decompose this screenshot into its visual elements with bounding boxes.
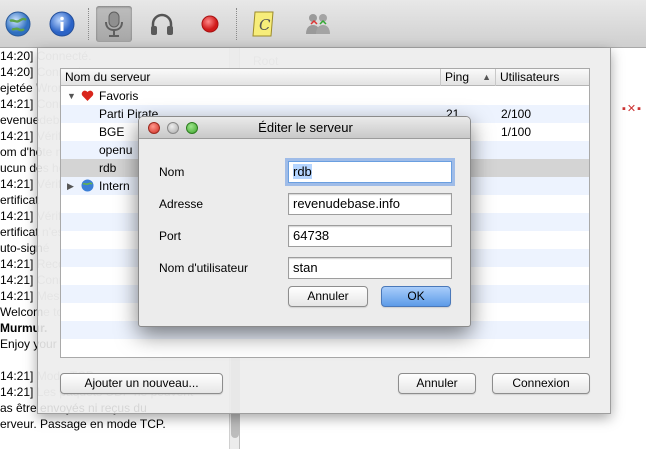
column-server-name[interactable]: Nom du serveur bbox=[61, 69, 441, 86]
log-prefix: ertificat bbox=[0, 225, 39, 239]
sort-arrow-icon: ▲ bbox=[482, 72, 491, 82]
svg-text:C: C bbox=[259, 16, 271, 34]
log-prefix: 14:21] bbox=[0, 369, 34, 383]
log-prefix: 14:21] bbox=[0, 385, 34, 399]
info-icon[interactable] bbox=[44, 6, 80, 42]
minimize-icon[interactable] bbox=[167, 122, 179, 134]
dialog-title-bar: Éditer le serveur bbox=[139, 117, 470, 139]
server-name: Intern bbox=[99, 179, 130, 193]
log-prefix: 14:21] bbox=[0, 257, 34, 271]
table-row-empty bbox=[61, 339, 589, 357]
port-field[interactable]: 64738 bbox=[288, 225, 452, 247]
server-users: 2/100 bbox=[501, 107, 532, 121]
microphone-icon[interactable] bbox=[96, 6, 132, 42]
log-prefix: erveur. Passage en mode TCP. bbox=[0, 417, 166, 431]
log-prefix: 14:21] bbox=[0, 273, 34, 287]
disclosure-closed-icon[interactable]: ▶ bbox=[67, 177, 74, 195]
log-prefix: ertificat bbox=[0, 193, 39, 207]
connect-button[interactable]: Connexion bbox=[492, 373, 590, 394]
user-status-icons: ▪✕▪ bbox=[621, 103, 642, 115]
toolbar: C bbox=[0, 0, 646, 48]
log-prefix: 14:21] bbox=[0, 209, 34, 223]
log-prefix: ejetée bbox=[0, 81, 33, 95]
server-users: 1/100 bbox=[501, 125, 532, 139]
log-prefix: Enjoy y bbox=[0, 337, 40, 351]
ok-button[interactable]: OK bbox=[381, 286, 451, 307]
column-ping[interactable]: Ping ▲ bbox=[441, 69, 496, 86]
name-field[interactable]: rdb bbox=[288, 161, 452, 183]
address-label: Adresse bbox=[159, 197, 204, 211]
dialog-title: Éditer le serveur bbox=[258, 120, 353, 135]
toolbar-separator bbox=[88, 8, 89, 40]
log-line: erveur. Passage en mode TCP. bbox=[0, 416, 239, 432]
name-label: Nom bbox=[159, 165, 185, 179]
toolbar-separator bbox=[236, 8, 237, 40]
heart-icon bbox=[81, 87, 94, 105]
server-name: Favoris bbox=[99, 89, 139, 103]
globe-icon bbox=[81, 177, 94, 195]
column-ping-label: Ping bbox=[445, 70, 470, 84]
table-row[interactable]: ▼ Favoris bbox=[61, 87, 589, 105]
username-label: Nom d'utilisateur bbox=[159, 261, 248, 275]
cancel-button[interactable]: Annuler bbox=[398, 373, 476, 394]
server-name: openu bbox=[99, 143, 133, 157]
log-prefix: 14:21] bbox=[0, 289, 34, 303]
dialog-cancel-button[interactable]: Annuler bbox=[288, 286, 368, 307]
server-name: rdb bbox=[99, 161, 117, 175]
server-name: BGE bbox=[99, 125, 125, 139]
log-prefix: evenue bbox=[0, 113, 40, 127]
add-server-button[interactable]: Ajouter un nouveau... bbox=[60, 373, 223, 394]
users-icon[interactable] bbox=[300, 6, 336, 42]
close-icon[interactable] bbox=[148, 122, 160, 134]
log-prefix: om d'hô bbox=[0, 145, 43, 159]
port-label: Port bbox=[159, 229, 182, 243]
log-prefix: 14:21] bbox=[0, 97, 34, 111]
globe-icon[interactable] bbox=[0, 6, 36, 42]
log-prefix: 14:20] bbox=[0, 65, 34, 79]
address-field[interactable]: revenudebase.info bbox=[288, 193, 452, 215]
log-prefix: 14:21] bbox=[0, 177, 34, 191]
record-icon[interactable] bbox=[192, 6, 228, 42]
edit-server-dialog: Éditer le serveur Nom rdb Adresse revenu… bbox=[138, 116, 471, 327]
log-prefix: Murmu bbox=[0, 321, 40, 335]
username-field[interactable]: stan bbox=[288, 257, 452, 279]
table-header: Nom du serveur Ping ▲ Utilisateurs bbox=[61, 69, 589, 86]
headphones-icon[interactable] bbox=[144, 6, 180, 42]
column-users[interactable]: Utilisateurs bbox=[496, 69, 589, 86]
log-prefix: 14:21] bbox=[0, 129, 34, 143]
zoom-icon[interactable] bbox=[186, 122, 198, 134]
log-prefix: 14:20] bbox=[0, 49, 34, 63]
name-value: rdb bbox=[293, 164, 312, 179]
certificate-icon[interactable]: C bbox=[246, 6, 282, 42]
disclosure-open-icon[interactable]: ▼ bbox=[67, 87, 76, 105]
